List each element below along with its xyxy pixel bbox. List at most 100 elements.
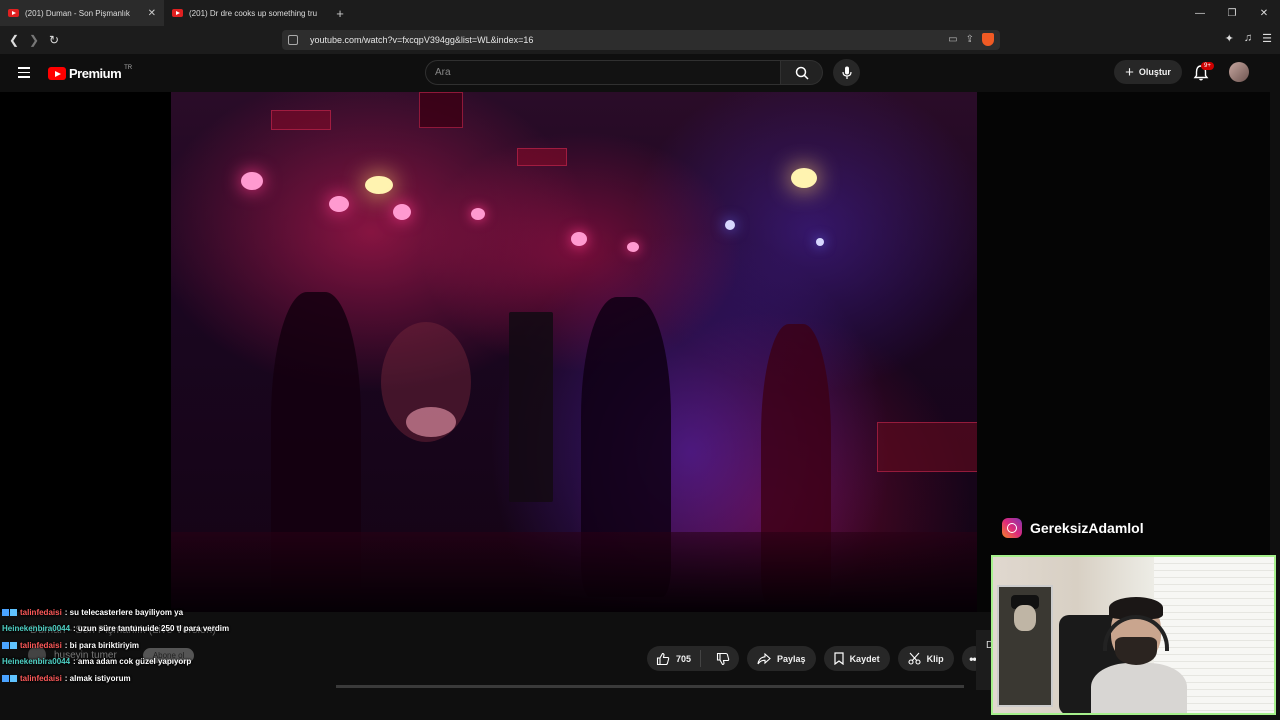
media-icon[interactable]: ♫ xyxy=(1244,32,1252,45)
stage-light xyxy=(365,176,393,194)
tab-duman[interactable]: (201) Duman - Son Pişmanlık ✕ xyxy=(0,0,164,26)
chat-username: talinfedaisi xyxy=(20,673,62,683)
stage-light xyxy=(241,172,263,190)
tab-close-icon[interactable]: ✕ xyxy=(148,8,156,19)
stage-light xyxy=(393,204,411,220)
chat-text: : su telecasterlere bayiliyom ya xyxy=(64,607,184,617)
forward-icon[interactable]: ❯ xyxy=(24,30,44,50)
share-page-icon[interactable]: ⇪ xyxy=(966,34,974,45)
chat-message: Heinekenbira0044 : ama adam cok güzel ya… xyxy=(2,654,338,671)
rig-panel xyxy=(419,92,463,128)
stage-light xyxy=(571,232,587,246)
portrait-face xyxy=(1014,605,1036,631)
rig-panel xyxy=(517,148,567,166)
chat-badges xyxy=(2,674,17,682)
chat-message: talinfedaisi : bi para biriktiriyim xyxy=(2,637,338,654)
instagram-handle: GereksizAdamlol xyxy=(1030,520,1144,536)
wall-portrait xyxy=(997,585,1053,707)
extensions-icon[interactable]: ✦ xyxy=(1225,32,1234,45)
chat-message: talinfedaisi : su telecasterlere bayiliy… xyxy=(2,604,338,621)
chat-badges xyxy=(2,608,17,616)
chat-text: : bi para biriktiriyim xyxy=(64,640,140,650)
microphone-icon xyxy=(841,66,852,79)
chat-username: Heinekenbira0044 xyxy=(2,657,71,667)
stage-light xyxy=(725,220,735,230)
tab-title: (201) Dr dre cooks up something tru xyxy=(189,8,318,18)
speaker-stack xyxy=(509,312,553,502)
dislike-button[interactable] xyxy=(707,652,739,666)
back-icon[interactable]: ❮ xyxy=(4,30,24,50)
share-arrow-icon xyxy=(757,652,771,664)
voice-search-button[interactable] xyxy=(833,59,860,86)
stage-light xyxy=(816,238,824,246)
streamer-webcam xyxy=(991,555,1276,715)
search-icon xyxy=(795,66,809,80)
browser-tabbar: (201) Duman - Son Pişmanlık ✕ (201) Dr d… xyxy=(0,0,1280,26)
like-count: 705 xyxy=(676,653,692,664)
stage-floor xyxy=(171,532,977,612)
streamer xyxy=(1091,597,1187,713)
stage-light xyxy=(791,168,817,188)
cast-icon[interactable]: ▭ xyxy=(948,34,957,45)
share-button[interactable]: Paylaş xyxy=(747,646,816,671)
chat-username: talinfedaisi xyxy=(20,607,62,617)
create-label: Oluştur xyxy=(1138,67,1171,77)
chat-message: Heinekenbira0044 : uzun süre tantunuide … xyxy=(2,621,338,638)
chat-text: : almak istiyorum xyxy=(64,673,131,683)
clip-button[interactable]: Klip xyxy=(897,646,954,671)
instagram-tag: GereksizAdamlol xyxy=(1002,518,1144,538)
browser-menu-icon[interactable]: ☰ xyxy=(1262,32,1272,45)
site-info-icon[interactable] xyxy=(288,35,298,45)
save-button[interactable]: Kaydet xyxy=(823,646,890,671)
menu-icon[interactable] xyxy=(18,67,30,78)
brave-shield-icon[interactable] xyxy=(982,33,994,46)
chat-username: Heinekenbira0044 xyxy=(2,624,71,634)
save-label: Kaydet xyxy=(849,653,880,664)
reload-icon[interactable]: ↻ xyxy=(44,30,64,50)
thumbs-up-icon xyxy=(656,652,670,665)
stage-light xyxy=(329,196,349,212)
tab-dr-dre[interactable]: (201) Dr dre cooks up something tru xyxy=(164,0,328,26)
account-avatar[interactable] xyxy=(1229,62,1249,82)
logo-text: Premium xyxy=(69,66,122,81)
rig-panel xyxy=(271,110,331,130)
chat-message: talinfedaisi : almak istiyorum xyxy=(2,670,338,687)
chat-badges xyxy=(2,641,17,649)
address-bar[interactable]: youtube.com/watch?v=fxcqpV394gg&list=WL&… xyxy=(282,30,1000,50)
youtube-logo[interactable]: Premium TR xyxy=(48,64,133,81)
comments-divider xyxy=(336,685,964,688)
thumbs-down-icon xyxy=(716,652,730,665)
url-text: youtube.com/watch?v=fxcqpV394gg&list=WL&… xyxy=(310,35,534,45)
like-button[interactable]: 705 xyxy=(647,650,702,667)
new-tab-icon[interactable]: + xyxy=(328,6,352,21)
instagram-icon xyxy=(1002,518,1022,538)
search-input[interactable]: Ara xyxy=(425,60,781,85)
search-button[interactable] xyxy=(781,60,823,85)
maximize-icon[interactable]: ❐ xyxy=(1216,0,1248,26)
create-button[interactable]: + Oluştur xyxy=(1114,60,1182,84)
minimize-icon[interactable]: — xyxy=(1184,0,1216,26)
logo-region: TR xyxy=(124,64,133,71)
clip-label: Klip xyxy=(926,653,944,664)
sidebar-stub: D xyxy=(976,630,993,690)
plus-icon: + xyxy=(1125,63,1134,81)
streamer-shirt xyxy=(1091,663,1187,713)
window-controls: — ❐ ✕ xyxy=(1184,0,1280,26)
youtube-play-icon xyxy=(48,67,66,80)
window-close-icon[interactable]: ✕ xyxy=(1248,0,1280,26)
browser-toolbar: ❮ ❯ ↻ youtube.com/watch?v=fxcqpV394gg&li… xyxy=(0,26,1280,54)
bookmark-icon xyxy=(833,652,844,665)
stage-light xyxy=(471,208,485,220)
youtube-header: Premium TR Ara + Oluştur 9+ xyxy=(0,54,1280,92)
notification-badge: 9+ xyxy=(1201,62,1214,70)
chat-overlay: talinfedaisi : su telecasterlere bayiliy… xyxy=(2,604,338,687)
youtube-favicon-icon xyxy=(8,9,19,17)
bass-drum xyxy=(406,407,456,437)
youtube-favicon-icon xyxy=(172,9,183,17)
scissors-icon xyxy=(908,652,921,665)
stage-light xyxy=(627,242,639,252)
like-dislike-group: 705 xyxy=(647,646,740,671)
share-label: Paylaş xyxy=(777,653,806,664)
tab-title: (201) Duman - Son Pişmanlık xyxy=(25,8,130,18)
chat-username: talinfedaisi xyxy=(20,640,62,650)
